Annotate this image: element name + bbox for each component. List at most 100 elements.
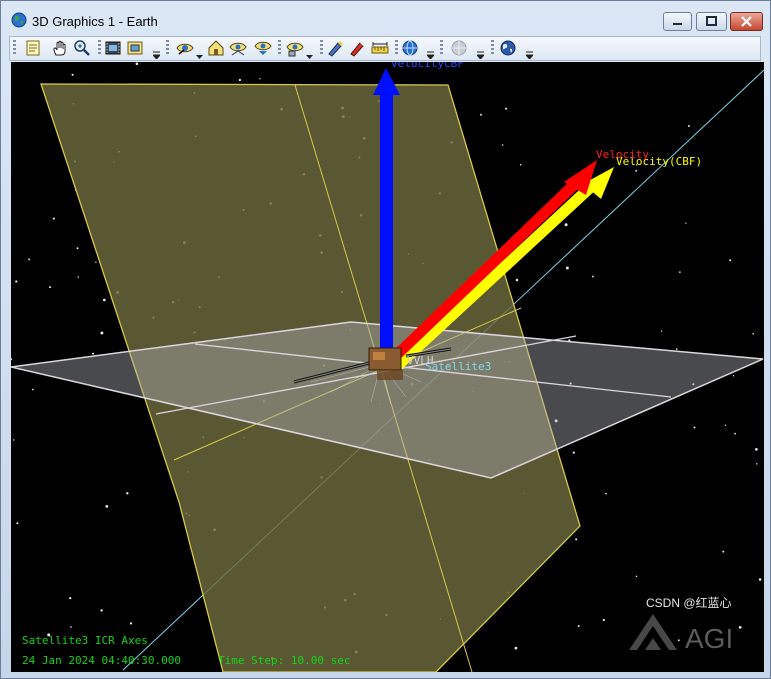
toolbar-grip[interactable]: [320, 40, 323, 56]
chevron-down-icon[interactable]: [477, 51, 484, 59]
window-title: 3D Graphics 1 - Earth: [32, 14, 158, 29]
star: [722, 550, 725, 553]
star: [635, 169, 638, 172]
3d-viewport[interactable]: Velocity(CBF) Velocity VelocityCBF Satel…: [11, 62, 764, 672]
csdn-watermark: CSDN @红蓝心: [646, 596, 732, 610]
pan-hand-icon[interactable]: [51, 39, 69, 57]
star: [13, 439, 15, 441]
chevron-down-icon[interactable]: [526, 51, 533, 59]
star: [675, 348, 678, 350]
agi-logo: AGI: [629, 614, 733, 654]
star: [635, 575, 638, 578]
maximize-icon: [706, 16, 717, 26]
satellite-label: Satellite3: [425, 360, 491, 373]
star: [591, 275, 594, 278]
ruler-icon[interactable]: [371, 39, 389, 57]
star: [693, 426, 696, 429]
star: [11, 358, 13, 361]
zoom-icon[interactable]: [73, 39, 91, 57]
home-view-icon[interactable]: [207, 39, 225, 57]
maximize-button[interactable]: [696, 12, 727, 31]
star: [577, 625, 580, 627]
properties-icon[interactable]: [24, 39, 42, 57]
star: [729, 259, 732, 262]
star: [95, 261, 97, 263]
star: [129, 622, 133, 625]
star: [515, 278, 519, 282]
star: [501, 144, 504, 146]
star: [135, 62, 139, 66]
close-icon: [741, 16, 752, 27]
chevron-down-icon[interactable]: [306, 51, 313, 59]
toolbar-grip[interactable]: [13, 40, 16, 56]
star: [259, 78, 261, 80]
time-step: Time Step: 10.00 sec: [218, 654, 351, 667]
star: [16, 522, 19, 525]
star: [28, 258, 31, 261]
star: [687, 125, 690, 127]
star: [679, 271, 681, 273]
star: [685, 222, 687, 224]
view-from-object-icon[interactable]: [286, 39, 304, 57]
minimize-button[interactable]: [663, 12, 692, 31]
star: [92, 352, 95, 355]
film-icon[interactable]: [104, 39, 122, 57]
star: [755, 448, 758, 451]
view-from-to-icon[interactable]: [176, 39, 194, 57]
globe-view-icon[interactable]: [401, 39, 419, 57]
star: [77, 276, 79, 278]
velocity-label: Velocity: [596, 148, 649, 161]
star: [31, 388, 34, 391]
star: [605, 492, 607, 495]
toolbar-separator: [278, 40, 281, 56]
star: [69, 596, 72, 600]
marker-pen-icon[interactable]: [348, 39, 366, 57]
star: [734, 432, 736, 435]
chevron-down-icon[interactable]: [196, 51, 203, 59]
body-vector-label: VVLH: [407, 354, 434, 367]
disabled-globe-icon: [451, 40, 467, 56]
star: [519, 164, 522, 166]
star: [572, 451, 575, 454]
star: [756, 463, 758, 465]
star: [238, 78, 242, 82]
close-button[interactable]: [730, 12, 763, 31]
chevron-down-icon[interactable]: [427, 51, 434, 59]
chevron-down-icon[interactable]: [153, 51, 160, 59]
axes-label: Satellite3 ICR Axes: [22, 634, 148, 647]
star: [575, 538, 578, 541]
measure-pen-icon[interactable]: [326, 39, 344, 57]
orbit-view-icon[interactable]: [229, 39, 247, 57]
star: [126, 492, 129, 495]
star: [71, 73, 74, 76]
title-bar[interactable]: 3D Graphics 1 - Earth: [1, 1, 770, 33]
vertical-view-icon[interactable]: [254, 39, 272, 57]
star: [100, 331, 104, 335]
star: [758, 578, 762, 581]
star: [505, 107, 508, 110]
toolbar-grip[interactable]: [166, 40, 169, 56]
star: [52, 217, 55, 220]
z-axis-label: VelocityCBF: [391, 62, 464, 70]
star: [660, 330, 663, 332]
star: [48, 286, 52, 289]
star: [732, 375, 735, 377]
toolbar-grip[interactable]: [491, 40, 494, 56]
scenario-time: 24 Jan 2024 04:40:30.000: [22, 654, 181, 667]
star: [76, 247, 79, 250]
globe-icon: [11, 12, 27, 28]
snapshot-icon[interactable]: [126, 39, 144, 57]
star: [15, 280, 18, 283]
star: [105, 505, 109, 508]
star: [514, 646, 518, 650]
toolbar-separator: [98, 40, 101, 56]
star: [70, 626, 72, 628]
toolbar-grip[interactable]: [440, 40, 443, 56]
star: [564, 223, 568, 227]
star: [565, 266, 569, 270]
earth-globe-icon[interactable]: [499, 39, 517, 57]
star: [100, 609, 103, 612]
scene-canvas[interactable]: Velocity(CBF) Velocity VelocityCBF Satel…: [11, 62, 764, 672]
toolbar-separator: [395, 40, 398, 56]
star: [602, 618, 605, 622]
